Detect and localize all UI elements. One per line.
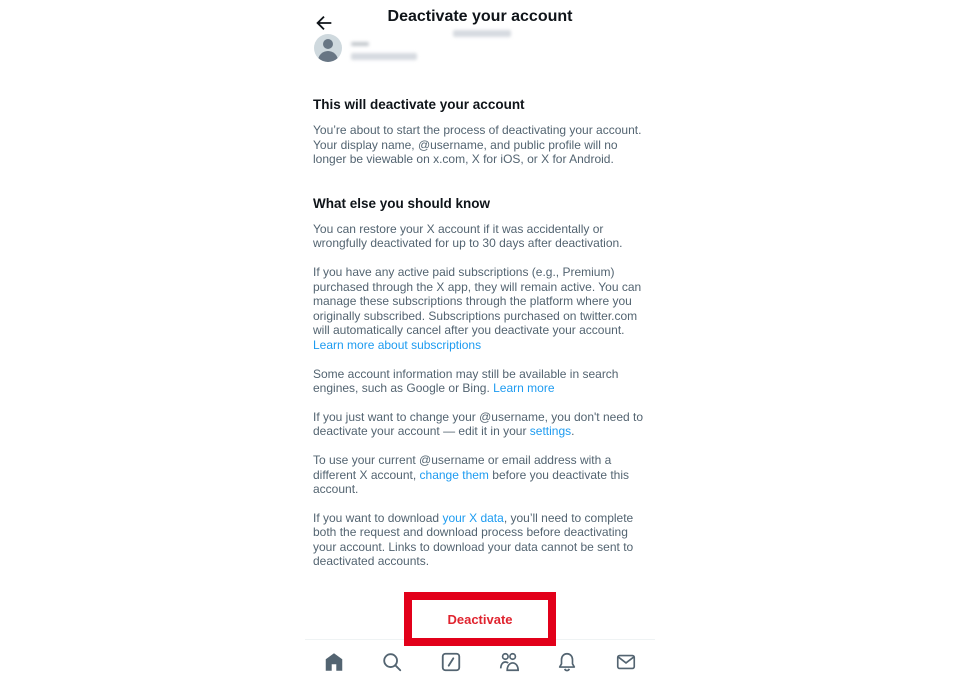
download-data-info: If you want to download your X data, you… [313,510,634,569]
change-them-link[interactable]: change them [420,468,489,482]
deactivate-highlight-box: Deactivate [404,592,556,646]
section-heading-deactivate: This will deactivate your account [313,97,525,112]
blurred-display-name [351,42,369,46]
bottom-nav [305,648,655,676]
blurred-handle [351,53,417,60]
nav-home[interactable] [323,651,345,673]
nav-messages[interactable] [615,651,637,673]
nav-compose[interactable] [440,651,462,673]
notifications-icon [559,652,576,672]
search-engines-info: Some account information may still be av… [313,366,619,396]
your-x-data-link[interactable]: your X data [442,511,503,525]
deactivate-button[interactable]: Deactivate [412,600,548,638]
username-change-info: If you just want to change your @usernam… [313,409,644,439]
header: Deactivate your account [305,0,655,40]
communities-icon [500,652,520,672]
nav-search[interactable] [381,651,403,673]
compose-icon [441,652,460,672]
subscriptions-info: If you have any active paid subscription… [313,264,642,352]
section-heading-what-else: What else you should know [313,195,491,211]
blurred-username-subtitle [453,30,511,37]
restore-info: You can restore your X account if it was… [313,221,623,251]
messages-icon [616,654,635,670]
content: This will deactivate your account You’re… [313,97,649,583]
reuse-username-info: To use your current @username or email a… [313,452,630,497]
phone-screen: Deactivate your account This will deacti… [305,0,655,686]
nav-communities[interactable] [498,651,520,673]
avatar[interactable] [314,34,342,62]
learn-more-link[interactable]: Learn more [493,381,554,395]
home-icon [325,653,343,671]
default-avatar-icon [323,39,333,49]
page-title: Deactivate your account [387,8,573,25]
learn-more-subscriptions-link[interactable]: Learn more about subscriptions [313,338,481,352]
deactivate-description: You’re about to start the process of dea… [313,123,642,167]
search-icon [383,653,402,672]
settings-link[interactable]: settings [530,424,571,438]
nav-notifications[interactable] [556,651,578,673]
